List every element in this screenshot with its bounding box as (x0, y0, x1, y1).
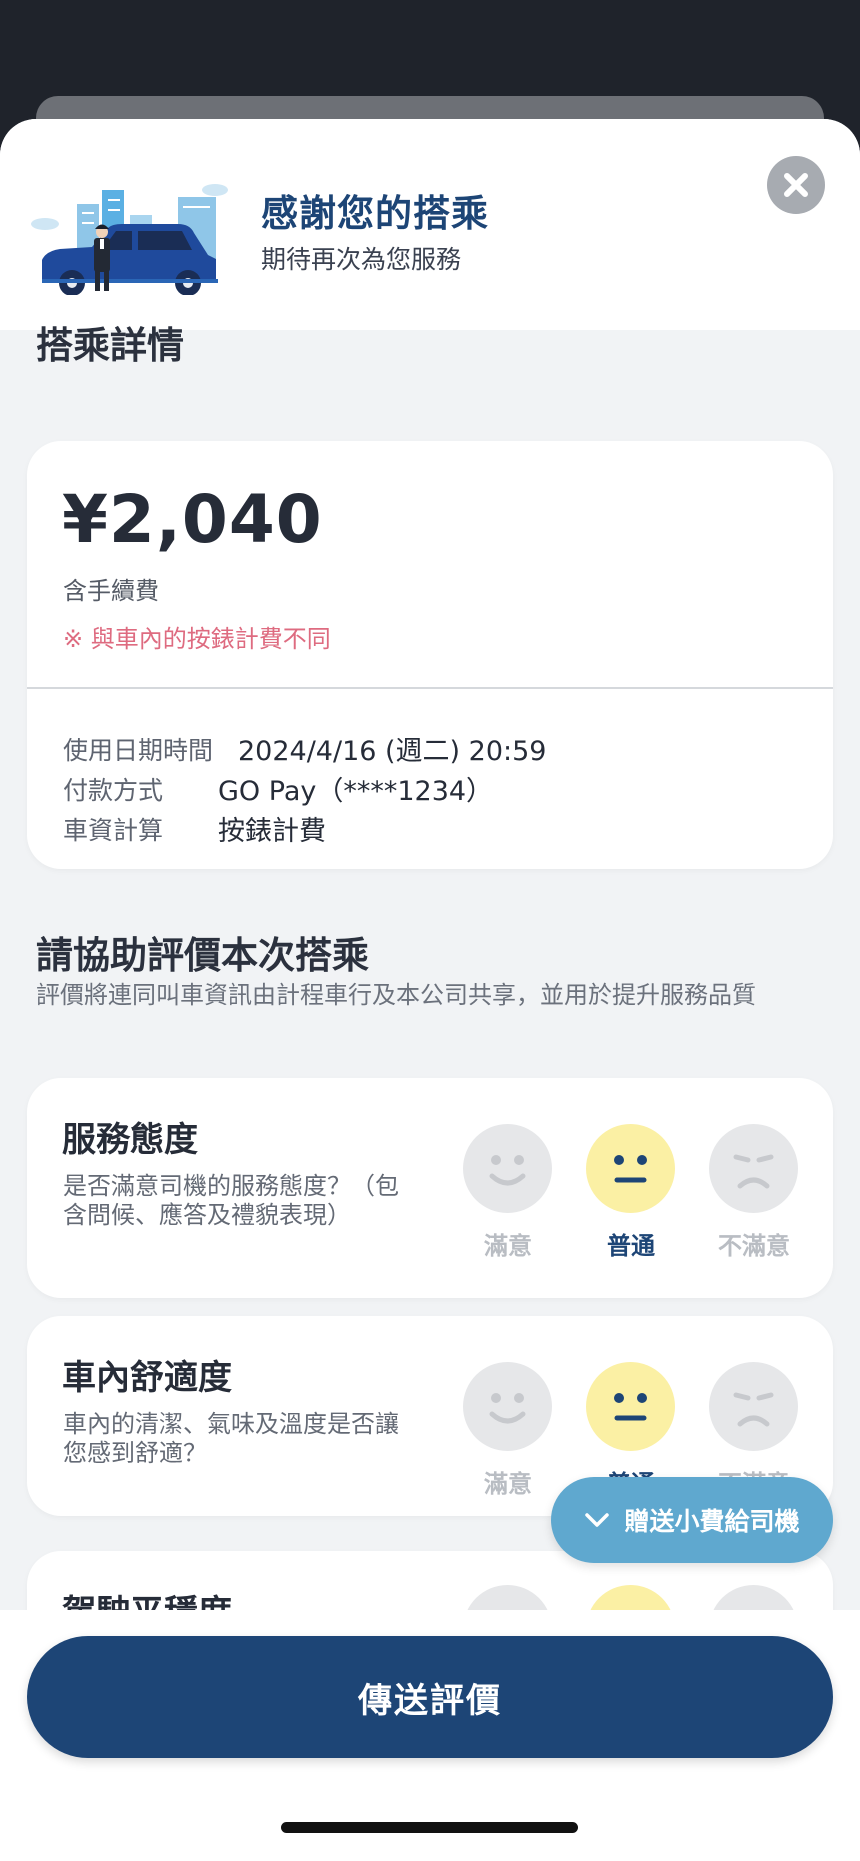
rating-card-service: 服務態度 是否滿意司機的服務態度？（包含問候、應答及禮貌表現） 滿意 普通 不滿… (27, 1078, 833, 1298)
frown-face-icon (733, 1154, 774, 1189)
neutral-face-icon (614, 1393, 647, 1421)
payment-method-label: 付款方式 (63, 776, 164, 805)
submit-rating-button[interactable]: 傳送評價 (27, 1636, 833, 1758)
rating-title: 服務態度 (62, 1120, 198, 1160)
meter-difference-warning: ※ 與車內的按錶計費不同 (63, 625, 331, 653)
thank-you-title: 感謝您的搭乘 (261, 192, 489, 235)
fare-calc-label: 車資計算 (63, 816, 164, 845)
thank-you-subtitle: 期待再次為您服務 (261, 245, 462, 274)
tip-driver-label: 贈送小費給司機 (624, 1507, 800, 1536)
fare-calc-value: 按錶計費 (218, 816, 326, 847)
rating-description: 評價將連同叫車資訊由計程車行及本公司共享，並用於提升服務品質 (36, 981, 756, 1009)
payment-method-value: GO Pay（****1234） (218, 776, 494, 807)
close-button[interactable] (767, 156, 825, 214)
neutral-face-button[interactable] (586, 1124, 675, 1213)
rating-title: 車內舒適度 (62, 1358, 232, 1398)
taxi-illustration (30, 155, 230, 296)
chevron-down-icon (585, 1513, 610, 1527)
neutral-face-button[interactable] (586, 1362, 675, 1451)
rating-question: 車內的清潔、氣味及溫度是否讓您感到舒適？ (63, 1410, 399, 1467)
home-indicator (281, 1822, 578, 1833)
satisfied-label: 滿意 (484, 1470, 532, 1498)
smile-face-icon (489, 1393, 526, 1424)
rating-section-title: 請協助評價本次搭乘 (36, 934, 369, 977)
fare-amount: ¥2,040 (62, 481, 323, 558)
smile-face-icon (489, 1155, 526, 1186)
submit-rating-label: 傳送評價 (358, 1680, 502, 1721)
tip-driver-button[interactable]: 贈送小費給司機 (551, 1477, 833, 1563)
frown-face-icon (733, 1392, 774, 1427)
neutral-label: 普通 (607, 1232, 655, 1260)
rating-question: 是否滿意司機的服務態度？（包含問候、應答及禮貌表現） (63, 1172, 399, 1229)
satisfied-face-button[interactable] (463, 1362, 552, 1451)
neutral-face-icon (614, 1155, 647, 1183)
rating-sheet: 感謝您的搭乘 期待再次為您服務 搭乘詳情 ¥2,040 含手續費 ※ 與車內的按… (0, 119, 860, 1861)
datetime-label: 使用日期時間 (63, 736, 214, 765)
datetime-value: 2024/4/16 (週二) 20:59 (238, 736, 547, 767)
dissatisfied-face-button[interactable] (709, 1362, 798, 1451)
dissatisfied-face-button[interactable] (709, 1124, 798, 1213)
ride-details-card: ¥2,040 含手續費 ※ 與車內的按錶計費不同 使用日期時間 2024/4/1… (27, 441, 833, 869)
close-icon (784, 173, 808, 197)
ride-details-title: 搭乘詳情 (36, 324, 184, 367)
divider (27, 687, 833, 689)
fee-note: 含手續費 (63, 577, 159, 605)
satisfied-label: 滿意 (484, 1232, 532, 1260)
sheet-header: 感謝您的搭乘 期待再次為您服務 (0, 119, 860, 330)
satisfied-face-button[interactable] (463, 1124, 552, 1213)
dissatisfied-label: 不滿意 (718, 1232, 790, 1260)
